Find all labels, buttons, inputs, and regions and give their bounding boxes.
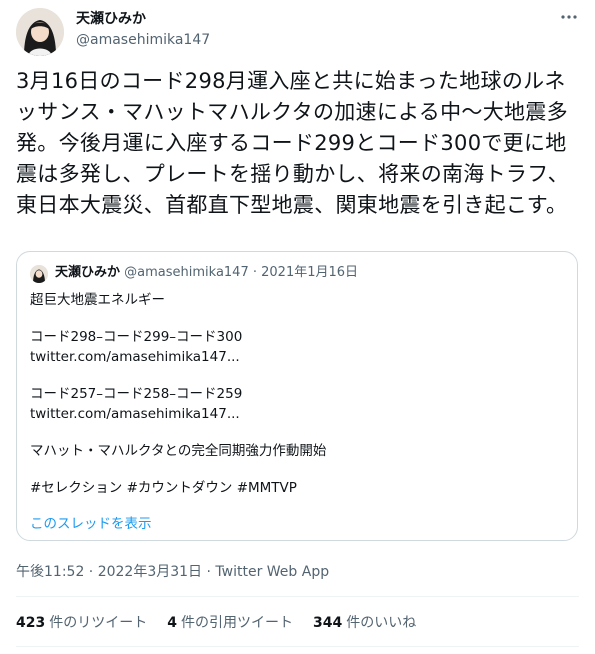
quote-tweets-stat[interactable]: 4 件の引用ツイート [167, 612, 293, 632]
retweets-stat[interactable]: 423 件のリツイート [16, 612, 147, 632]
show-thread-link[interactable]: このスレッドを表示 [30, 512, 152, 532]
divider [16, 596, 579, 597]
quoted-avatar [30, 265, 48, 283]
quoted-blank-line [30, 367, 565, 384]
quoted-tweet-card[interactable]: 天瀬ひみか @amasehimika147 · 2021年1月16日 超巨大地震… [16, 251, 578, 541]
tweet-timestamp[interactable]: 午後11:52 · 2022年3月31日 · Twitter Web App [16, 561, 329, 581]
quotes-label: 件の引用ツイート [180, 615, 293, 631]
quoted-text: 超巨大地震エネルギーコード298–コード299–コード300 twitter.co… [30, 290, 565, 498]
quoted-line: #セレクション #カウントダウン #MMTVP [30, 480, 297, 496]
author-display-name[interactable]: 天瀬ひみか [76, 10, 146, 28]
quoted-line: コード257–コード258–コード259 [30, 386, 243, 402]
tweet-text: 3月16日のコード298月運入座と共に始まった地球のルネッサンス・マハットマハル… [16, 69, 569, 217]
quoted-blank-line [30, 461, 565, 478]
quoted-link[interactable]: twitter.com/amasehimika147... [30, 347, 565, 367]
retweets-label: 件のリツイート [49, 615, 148, 631]
quoted-display-name: 天瀬ひみか [55, 265, 121, 280]
quoted-header: 天瀬ひみか @amasehimika147 · 2021年1月16日 [55, 264, 358, 282]
quoted-blank-line [30, 310, 565, 327]
likes-count: 344 [312, 615, 343, 631]
likes-label: 件のいいね [346, 615, 417, 631]
quoted-link[interactable]: twitter.com/amasehimika147... [30, 404, 565, 424]
divider [16, 646, 579, 647]
quoted-line: コード298–コード299–コード300 [30, 329, 243, 345]
likes-stat[interactable]: 344 件のいいね [313, 612, 416, 632]
engagement-stats: 423 件のリツイート 4 件の引用ツイート 344 件のいいね [16, 612, 416, 632]
author-handle[interactable]: @amasehimika147 [76, 31, 210, 49]
retweets-count: 423 [16, 615, 46, 631]
avatar[interactable] [16, 8, 64, 56]
quoted-line: マハット・マハルクタとの完全同期強力作動開始 [30, 443, 327, 459]
more-horizontal-icon[interactable] [560, 8, 578, 30]
quoted-meta: @amasehimika147 · 2021年1月16日 [124, 265, 359, 280]
quoted-line: 超巨大地震エネルギー [30, 292, 165, 308]
quoted-blank-line [30, 424, 565, 441]
quotes-count: 4 [167, 615, 177, 631]
